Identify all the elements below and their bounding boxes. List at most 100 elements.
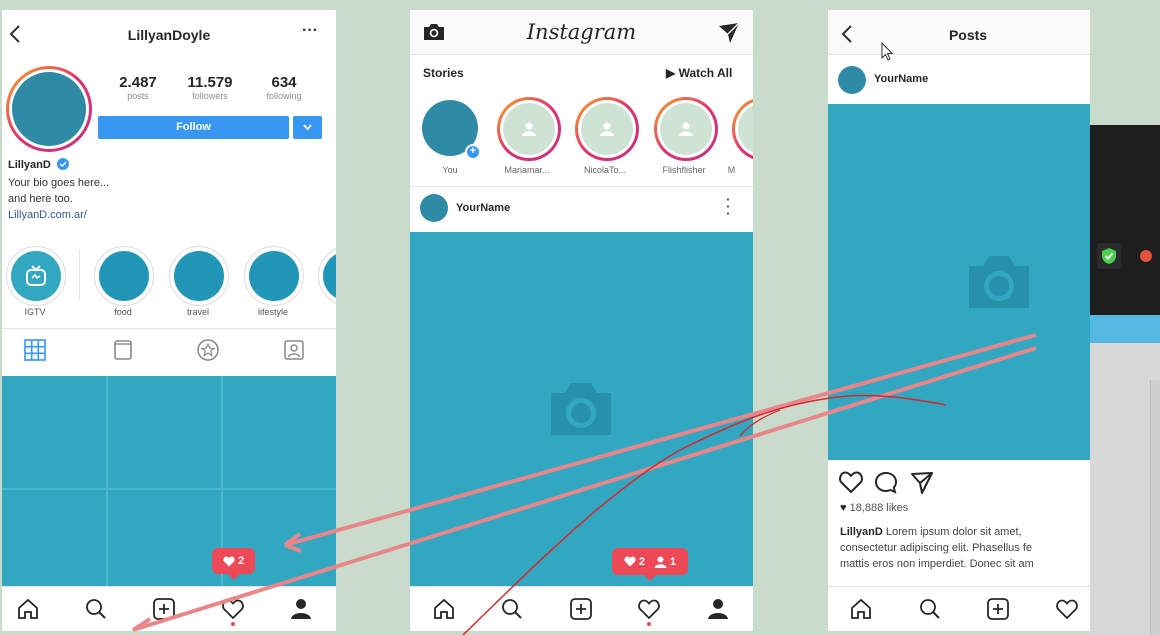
stat-followers-value: 11.579 <box>187 74 233 91</box>
posts-title: Posts <box>948 27 988 43</box>
stat-posts-label: posts <box>127 91 149 101</box>
add-icon[interactable] <box>152 598 176 620</box>
search-icon[interactable] <box>84 598 108 620</box>
instagram-logo: Instagram <box>526 20 637 44</box>
back-arrow-icon[interactable] <box>840 24 854 44</box>
post-username[interactable]: YourName <box>456 202 510 214</box>
share-send-icon[interactable] <box>910 471 934 495</box>
profile-username: LillyanDoyle <box>127 27 211 43</box>
chevron-down-icon <box>303 124 312 131</box>
stat-posts: 2.487 posts <box>106 74 170 101</box>
highlight-igtv[interactable] <box>6 246 66 306</box>
heart-icon <box>624 556 636 567</box>
watch-all-link[interactable]: ▶ Watch All <box>666 66 732 80</box>
search-icon[interactable] <box>500 598 524 620</box>
story-item[interactable] <box>732 97 753 161</box>
profile-screen: LillyanDoyle ··· 2.487 posts 11.579 foll… <box>2 10 336 631</box>
verified-icon <box>56 158 69 170</box>
grid-icon[interactable] <box>24 339 46 361</box>
like-heart-icon[interactable] <box>838 470 864 494</box>
camera-icon[interactable] <box>422 22 446 42</box>
user-icon[interactable] <box>289 598 313 620</box>
user-icon[interactable] <box>706 598 730 620</box>
suggest-dropdown-button[interactable] <box>293 116 322 139</box>
heart-icon[interactable] <box>1055 598 1079 620</box>
follower-icon <box>654 556 667 568</box>
post-image[interactable] <box>410 232 753 587</box>
post-image[interactable] <box>828 104 1090 460</box>
more-icon[interactable]: ··· <box>302 22 318 40</box>
story-label: Flishflisher <box>662 165 706 175</box>
back-arrow-icon[interactable] <box>8 24 22 44</box>
heart-icon[interactable] <box>637 598 661 620</box>
highlight-label-travel: travel <box>186 307 209 317</box>
igtv-icon <box>26 265 46 286</box>
profile-link[interactable]: LillyanD.com.ar/ <box>8 207 109 223</box>
heart-icon[interactable] <box>221 598 245 620</box>
post-detail-screen: Posts YourName ··· ♥ 18,888 likes Lillya… <box>828 10 1090 631</box>
comment-icon[interactable] <box>874 471 898 495</box>
likes-count[interactable]: 18,888 likes <box>850 502 909 514</box>
highlight-label-food: food <box>114 307 132 317</box>
add-icon[interactable] <box>986 598 1010 620</box>
post-avatar[interactable] <box>838 66 866 94</box>
story-label: You <box>442 165 458 175</box>
story-item[interactable] <box>654 97 718 161</box>
highlight-more[interactable] <box>318 246 336 306</box>
stat-following[interactable]: 634 following <box>252 74 316 101</box>
profile-name: LillyanD <box>8 159 51 171</box>
activity-notification-badge[interactable]: 2 <box>212 548 255 580</box>
heart-icon <box>223 556 235 566</box>
bottom-nav <box>2 586 336 631</box>
add-story-icon[interactable]: + <box>465 144 481 160</box>
shield-icon[interactable] <box>1097 243 1121 269</box>
story-item[interactable] <box>575 97 639 161</box>
bottom-nav <box>410 586 753 631</box>
bottom-nav <box>828 586 1090 631</box>
saved-star-icon[interactable] <box>197 339 219 361</box>
highlight-food[interactable] <box>94 246 154 306</box>
stat-posts-value: 2.487 <box>119 74 157 91</box>
highlight-lifestyle[interactable] <box>244 246 304 306</box>
follow-button[interactable]: Follow <box>98 116 289 139</box>
post-more-icon[interactable]: · · · <box>726 192 731 220</box>
caption-line-2: consectetur adipiscing elit. Phasellus f… <box>840 542 1032 554</box>
highlight-label-igtv: IGTV <box>24 307 46 317</box>
likes-heart-icon: ♥ <box>840 502 847 514</box>
activity-notification-badge[interactable]: 2 1 <box>612 548 688 581</box>
caption-line-3: mattis eros non imperdiet. Donec sit am <box>840 558 1034 570</box>
overlapping-window <box>1090 125 1160 635</box>
post-username[interactable]: YourName <box>874 73 928 85</box>
home-icon[interactable] <box>16 598 40 620</box>
user-placeholder-icon <box>522 122 536 136</box>
record-indicator-icon[interactable] <box>1140 250 1152 262</box>
caption-username[interactable]: LillyanD <box>840 526 883 538</box>
stories-label: Stories <box>423 66 464 80</box>
search-icon[interactable] <box>918 598 942 620</box>
feed-view-icon[interactable] <box>113 339 133 361</box>
mouse-cursor-icon <box>881 42 894 61</box>
feed-screen: Instagram Stories ▶ Watch All + You Mari… <box>410 10 753 631</box>
badge-likes-count: 2 <box>237 555 245 567</box>
profile-bio: Your bio goes here... and here too. Lill… <box>8 175 109 223</box>
camera-placeholder-icon <box>551 383 611 435</box>
story-label: NicolaTo... <box>583 165 627 175</box>
camera-placeholder-icon <box>969 256 1029 308</box>
home-icon[interactable] <box>849 598 873 620</box>
post-caption: LillyanD Lorem ipsum dolor sit amet, con… <box>840 524 1090 572</box>
caption-line-1: Lorem ipsum dolor sit amet, <box>885 526 1022 538</box>
profile-avatar[interactable] <box>6 66 92 152</box>
story-item[interactable] <box>497 97 561 161</box>
highlight-travel[interactable] <box>169 246 229 306</box>
likes-row: ♥ 18,888 likes <box>840 502 908 514</box>
home-icon[interactable] <box>432 598 456 620</box>
tag-icon[interactable] <box>283 339 305 361</box>
send-icon[interactable] <box>718 22 740 44</box>
photo-grid <box>2 376 336 586</box>
post-avatar[interactable] <box>420 194 448 222</box>
user-placeholder-icon <box>679 122 693 136</box>
badge-follows-count: 1 <box>670 555 677 568</box>
stat-followers[interactable]: 11.579 followers <box>178 74 242 101</box>
add-icon[interactable] <box>569 598 593 620</box>
stat-followers-label: followers <box>192 91 228 101</box>
